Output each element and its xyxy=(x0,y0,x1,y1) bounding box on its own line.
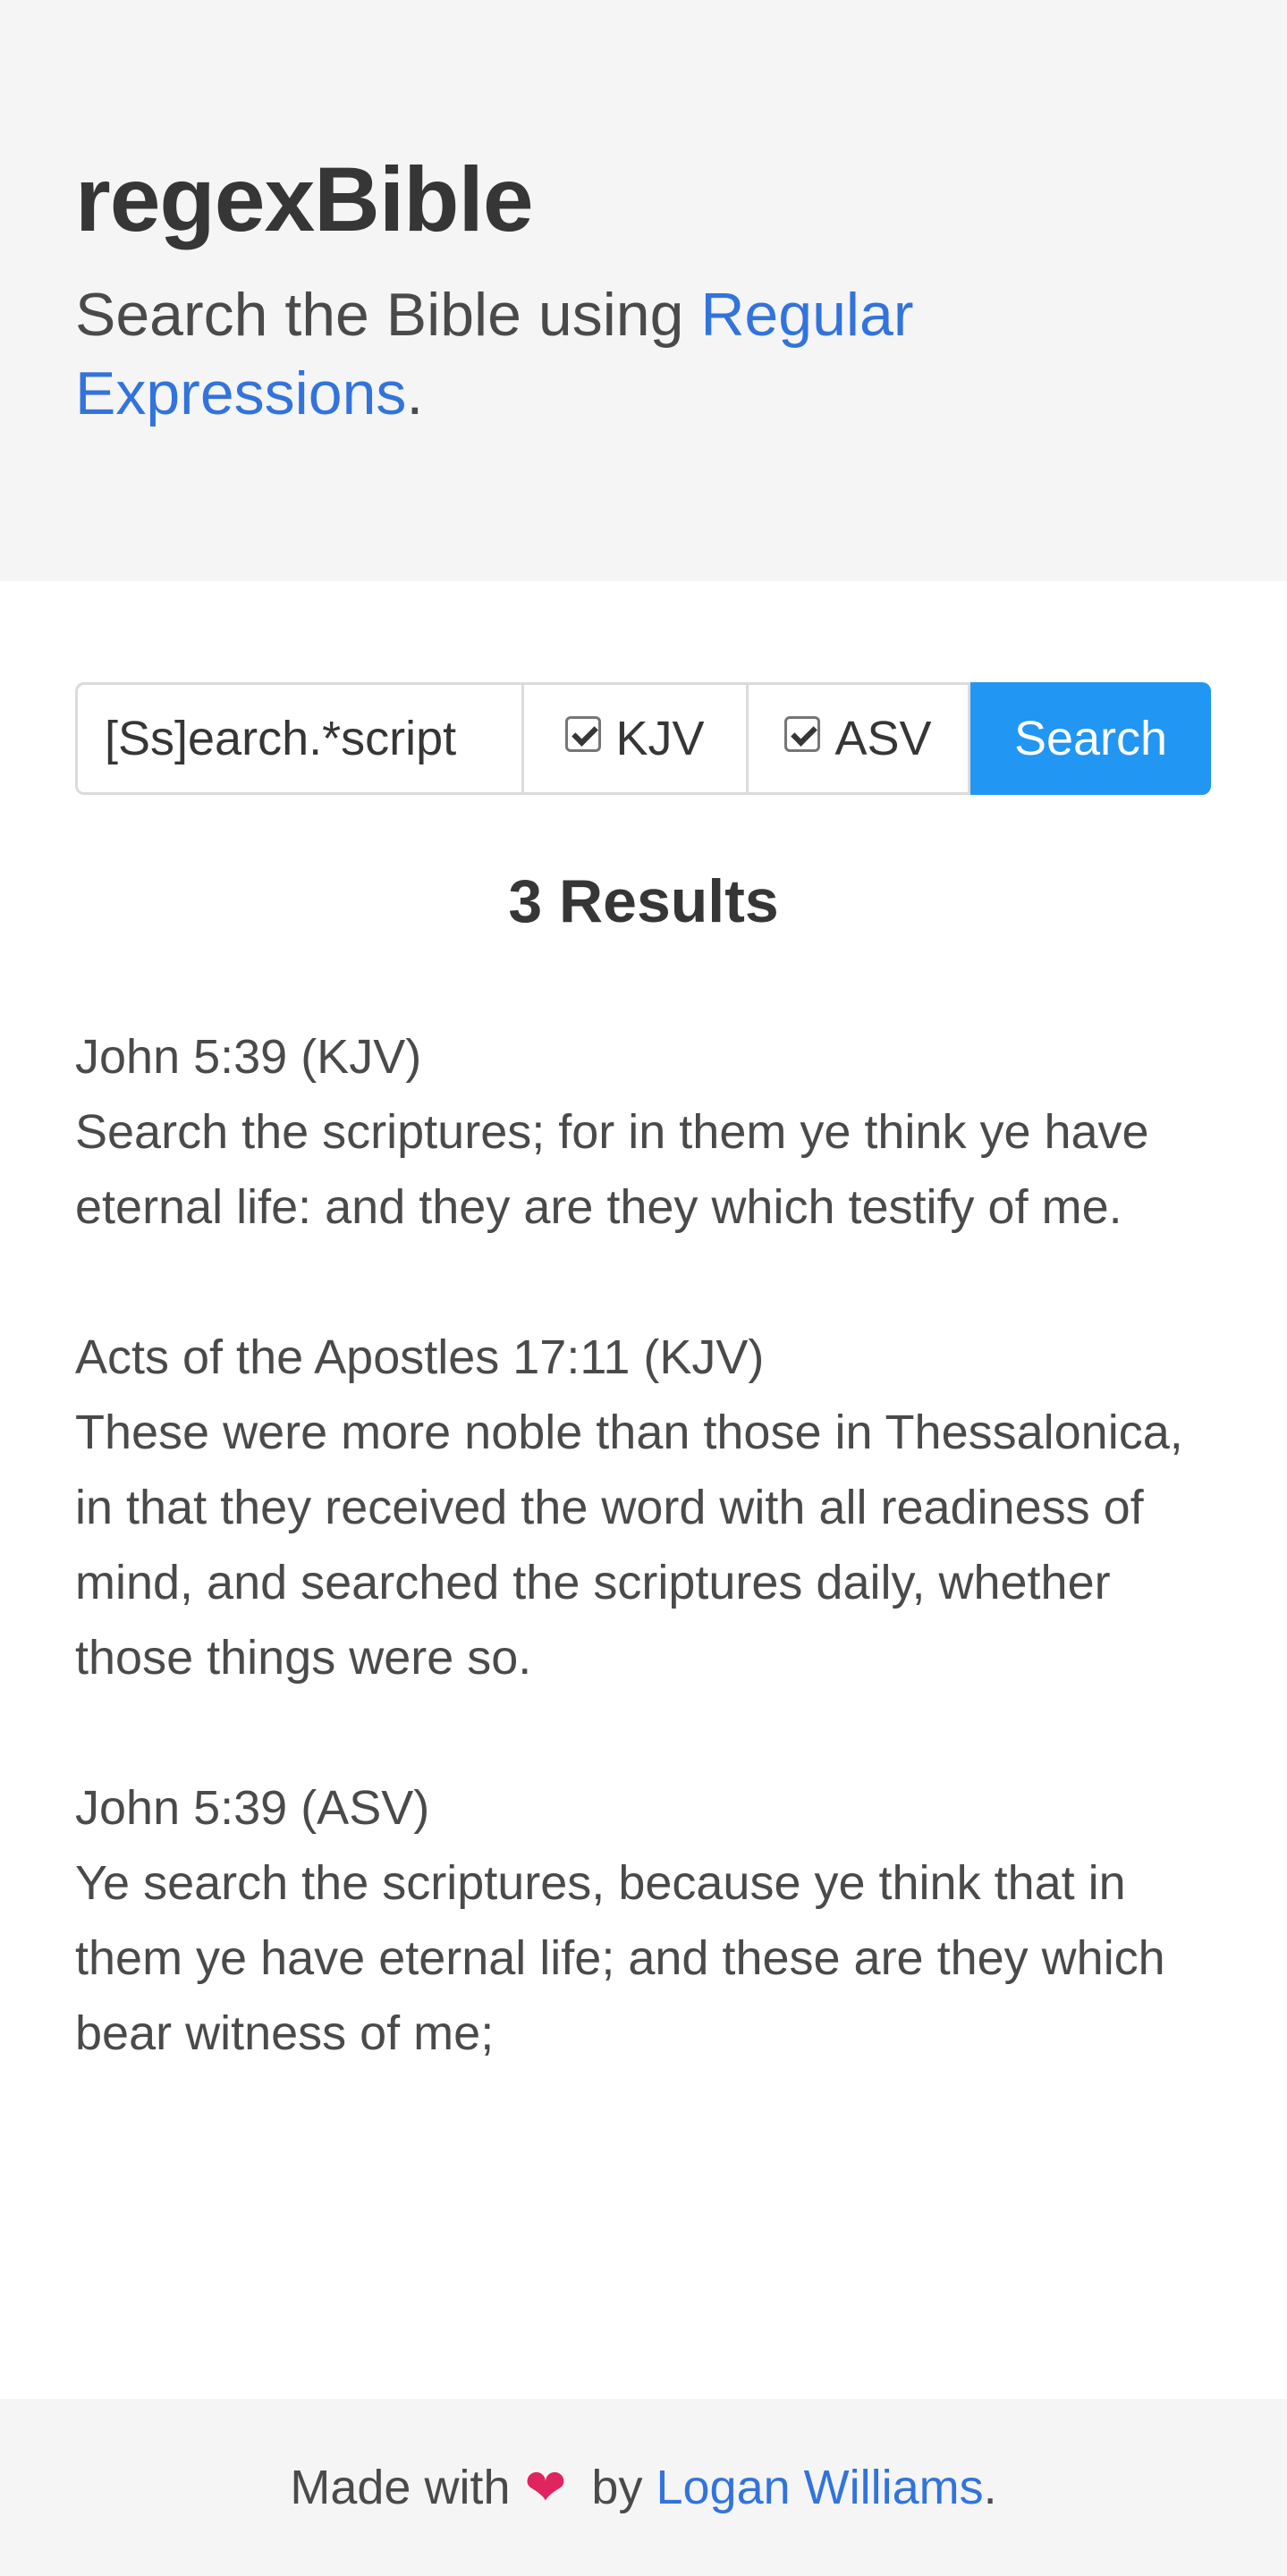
list-item: Acts of the Apostles 17:11 (KJV) These w… xyxy=(75,1320,1229,1695)
author-link[interactable]: Logan Williams xyxy=(656,2460,983,2515)
list-item: John 5:39 (ASV) Ye search the scriptures… xyxy=(75,1770,1229,2071)
kjv-checkbox-label[interactable]: KJV xyxy=(521,682,746,795)
verse-text: These were more noble than those in Thes… xyxy=(75,1406,1183,1685)
footer: Made with ❤ by Logan Williams. xyxy=(0,2399,1287,2576)
asv-checkbox-label[interactable]: ASV xyxy=(746,682,970,795)
kjv-checkbox[interactable] xyxy=(565,716,602,752)
subtitle-text: Search the Bible using xyxy=(75,281,701,349)
search-input[interactable] xyxy=(75,682,521,795)
footer-by: by xyxy=(591,2461,643,2514)
hero: regexBible Search the Bible using Regula… xyxy=(0,0,1287,581)
asv-label: ASV xyxy=(834,712,932,765)
list-item: John 5:39 (KJV) Search the scriptures; f… xyxy=(75,1019,1229,1245)
footer-made-with: Made with xyxy=(290,2461,511,2514)
site-subtitle: Search the Bible using Regular Expressio… xyxy=(75,275,1104,433)
results-count: 3 Results xyxy=(508,867,779,935)
subtitle-period: . xyxy=(406,359,424,427)
site-title: regexBible xyxy=(75,148,534,250)
results-list: John 5:39 (KJV) Search the scriptures; f… xyxy=(75,1019,1229,2146)
verse-reference: John 5:39 (KJV) xyxy=(75,1030,422,1084)
asv-checkbox[interactable] xyxy=(784,716,821,752)
search-button[interactable]: Search xyxy=(970,682,1211,795)
verse-reference: Acts of the Apostles 17:11 (KJV) xyxy=(75,1330,765,1384)
verse-text: Ye search the scriptures, because ye thi… xyxy=(75,1856,1165,2060)
heart-icon: ❤ xyxy=(524,2459,567,2515)
verse-reference: John 5:39 (ASV) xyxy=(75,1781,430,1835)
footer-period: . xyxy=(983,2461,997,2514)
verse-text: Search the scriptures; for in them ye th… xyxy=(75,1105,1149,1234)
kjv-label: KJV xyxy=(615,712,705,765)
search-form: KJV ASV Search xyxy=(75,682,1211,795)
